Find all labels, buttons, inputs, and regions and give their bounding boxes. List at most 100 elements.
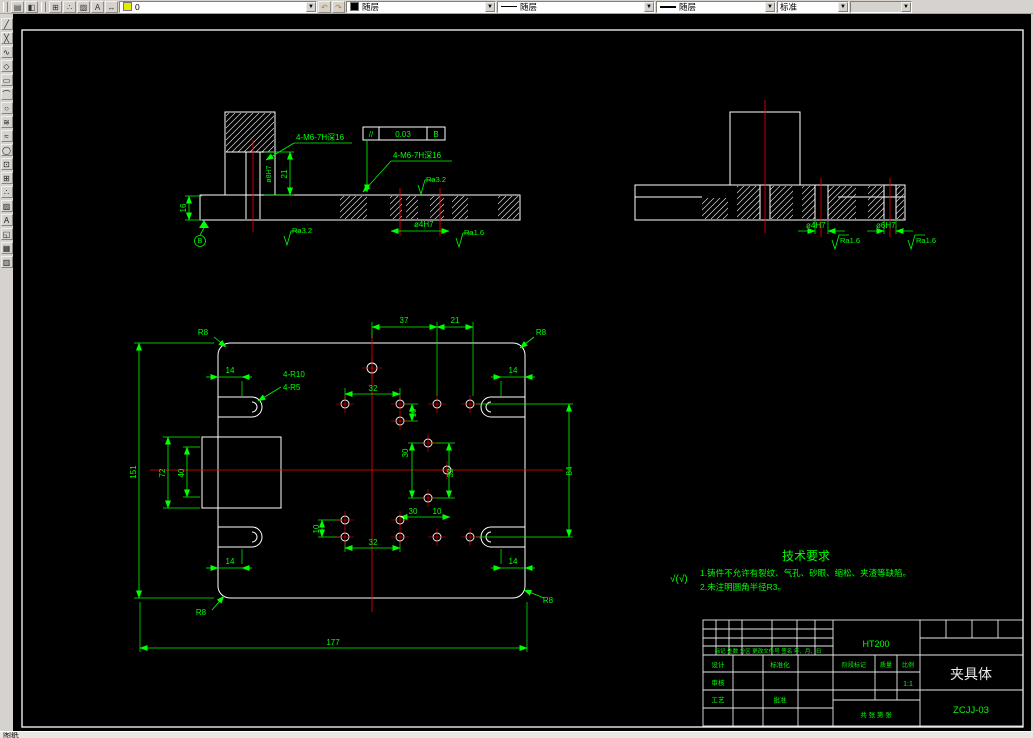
view-section-front bbox=[185, 111, 521, 249]
dim-text: 32 bbox=[369, 538, 378, 547]
construction-line-icon[interactable]: ╳ bbox=[0, 32, 13, 44]
dim-text: 4-M6-7H深16 bbox=[296, 133, 345, 142]
dim-text: R8 bbox=[196, 608, 207, 617]
revision-cloud-icon[interactable]: ≋ bbox=[0, 116, 13, 128]
region-icon[interactable]: ◱ bbox=[0, 228, 13, 240]
polygon-icon[interactable]: ◇ bbox=[0, 60, 13, 72]
plot-style-combo[interactable]: ▼ bbox=[850, 0, 912, 13]
toolbar-group-undo: ↶ ↷ bbox=[318, 0, 345, 13]
chevron-down-icon[interactable]: ▼ bbox=[838, 1, 848, 12]
dim-text: 4-R5 bbox=[283, 383, 301, 392]
dim-text: 14 bbox=[509, 557, 518, 566]
dim-text: R8 bbox=[198, 328, 209, 337]
lineweight-preview bbox=[660, 5, 676, 8]
layer-combo-value: 0 bbox=[135, 1, 140, 12]
chevron-down-icon[interactable]: ▼ bbox=[901, 1, 911, 12]
hatch-icon[interactable]: ▨ bbox=[77, 0, 90, 13]
dim-text: Ra1.6 bbox=[916, 236, 936, 245]
datum-triangle-icon bbox=[199, 220, 209, 228]
toolbar-grip[interactable] bbox=[3, 1, 8, 12]
chevron-down-icon[interactable]: ▼ bbox=[644, 1, 654, 12]
tech-req-line: 1.铸件不允许有裂纹、气孔、砂眼、缩松、夹渣等缺陷。 bbox=[700, 568, 911, 578]
linetype-combo[interactable]: 随层 ▼ bbox=[497, 0, 655, 13]
text-style-combo-value: 标准 bbox=[780, 1, 798, 12]
toolbar-grip[interactable] bbox=[41, 1, 46, 12]
mtext-icon[interactable]: A bbox=[0, 214, 13, 226]
arc-icon[interactable]: ⌒ bbox=[0, 88, 13, 100]
dim-text: 4-R10 bbox=[283, 370, 305, 379]
chevron-down-icon[interactable]: ▼ bbox=[765, 1, 775, 12]
drawing-canvas[interactable]: 4-M6-7H深16 4-M6-7H深16 // 0.03 B Ra3.2 Ra3.2 ø4H… bbox=[13, 14, 1031, 731]
dimension-style-icon[interactable]: ↔ bbox=[105, 0, 118, 13]
hatch-icon[interactable]: ▨ bbox=[0, 200, 13, 212]
scale-value: 1:1 bbox=[903, 681, 913, 688]
table-icon[interactable]: ▦ bbox=[0, 242, 13, 254]
dim-text: ø4H7 bbox=[806, 221, 826, 230]
toolbar-group-draw: ⊞ ∴ ▨ A ↔ bbox=[49, 0, 118, 13]
make-block-icon[interactable]: ⊞ bbox=[0, 172, 13, 184]
dim-text: B bbox=[433, 130, 438, 139]
tech-requirements: 技术要求 1.铸件不允许有裂纹、气孔、砂眼、缩松、夹渣等缺陷。 2.未注明圆角半… bbox=[700, 549, 911, 592]
insert-block-icon[interactable]: ⊡ bbox=[0, 158, 13, 170]
rectangle-icon[interactable]: ▭ bbox=[0, 74, 13, 86]
dim-text: Ra1.6 bbox=[840, 236, 860, 245]
dim-text: 151 bbox=[129, 465, 138, 479]
color-combo[interactable]: 随层 ▼ bbox=[346, 0, 496, 13]
dim-text: 21 bbox=[451, 316, 460, 325]
chevron-down-icon[interactable]: ▼ bbox=[306, 1, 316, 12]
title-block: 标记 处数 分区 更改文件号 签名 年、月、日 设计 审核 工艺 标准化 批准 … bbox=[702, 619, 1024, 727]
stage-mark-label: 阶段标记 bbox=[842, 661, 866, 669]
dim-text: 30 bbox=[409, 507, 418, 516]
circle-icon[interactable]: ○ bbox=[0, 102, 13, 114]
scale-label: 比例 bbox=[902, 661, 914, 669]
dim-text: 37 bbox=[400, 316, 409, 325]
undo-icon[interactable]: ↶ bbox=[318, 0, 331, 13]
layer-properties-icon[interactable]: ◧ bbox=[25, 0, 38, 13]
text-style-combo[interactable]: 标准 ▼ bbox=[777, 0, 849, 13]
row-approve-label: 批准 bbox=[774, 695, 788, 704]
make-block-icon[interactable]: ⊞ bbox=[49, 0, 62, 13]
dim-text: ø6H7 bbox=[876, 221, 896, 230]
text-style-icon[interactable]: A bbox=[91, 0, 104, 13]
dim-text: 14 bbox=[509, 366, 518, 375]
dim-text: 40 bbox=[177, 468, 186, 477]
chevron-down-icon[interactable]: ▼ bbox=[485, 1, 495, 12]
dim-text: B bbox=[198, 238, 203, 245]
status-bar: 图纸 bbox=[0, 731, 1033, 738]
tech-req-line: 2.未注明圆角半径R3。 bbox=[700, 582, 786, 592]
dim-text: ø4H7 bbox=[414, 220, 434, 229]
layer-combo[interactable]: 0 ▼ bbox=[119, 0, 317, 13]
part-name: 夹具体 bbox=[950, 666, 992, 682]
redo-icon[interactable]: ↷ bbox=[332, 0, 345, 13]
line-icon[interactable]: ╱ bbox=[0, 18, 13, 30]
draw-toolbar: ╱ ╳ ∿ ◇ ▭ ⌒ ○ ≋ ≈ ◯ ⊡ ⊞ ∴ ▨ A ◱ ▦ ▥ bbox=[0, 14, 13, 731]
dim-text: 10 bbox=[409, 408, 418, 417]
dim-text: 72 bbox=[158, 468, 167, 477]
lineweight-combo[interactable]: 随层 ▼ bbox=[656, 0, 776, 13]
layer-status-icon bbox=[123, 2, 132, 11]
dim-text: 32 bbox=[446, 468, 455, 477]
gradient-icon[interactable]: ▥ bbox=[0, 256, 13, 268]
ellipse-icon[interactable]: ◯ bbox=[0, 144, 13, 156]
dim-text: 16 bbox=[179, 203, 188, 212]
dim-text: Ra3.2 bbox=[426, 175, 446, 184]
layers-icon[interactable]: ▤ bbox=[11, 0, 24, 13]
row-process-label: 工艺 bbox=[712, 696, 726, 704]
tech-req-title: 技术要求 bbox=[782, 549, 830, 563]
polyline-icon[interactable]: ∿ bbox=[0, 46, 13, 58]
spline-icon[interactable]: ≈ bbox=[0, 130, 13, 142]
point-icon[interactable]: ∴ bbox=[0, 186, 13, 198]
dim-text: 177 bbox=[326, 638, 340, 647]
dim-text: 30 bbox=[401, 448, 410, 457]
linetype-preview bbox=[501, 6, 517, 7]
dim-text: R8 bbox=[536, 328, 547, 337]
row-standard-label: 标准化 bbox=[770, 660, 790, 669]
dim-text: 0.03 bbox=[395, 130, 411, 139]
point-style-icon[interactable]: ∴ bbox=[63, 0, 76, 13]
dim-text: R8 bbox=[543, 596, 554, 605]
layout-tab[interactable]: 图纸 bbox=[3, 732, 19, 738]
top-toolbar: ▤ ◧ ⊞ ∴ ▨ A ↔ 0 ▼ ↶ ↷ 随层 ▼ 随层 ▼ 随层 ▼ 标准 ▼ ▼ bbox=[0, 0, 1033, 14]
dim-text: 14 bbox=[226, 366, 235, 375]
toolbar-group-layers: ▤ ◧ bbox=[11, 0, 38, 13]
dim-text: √(√) bbox=[670, 573, 688, 585]
